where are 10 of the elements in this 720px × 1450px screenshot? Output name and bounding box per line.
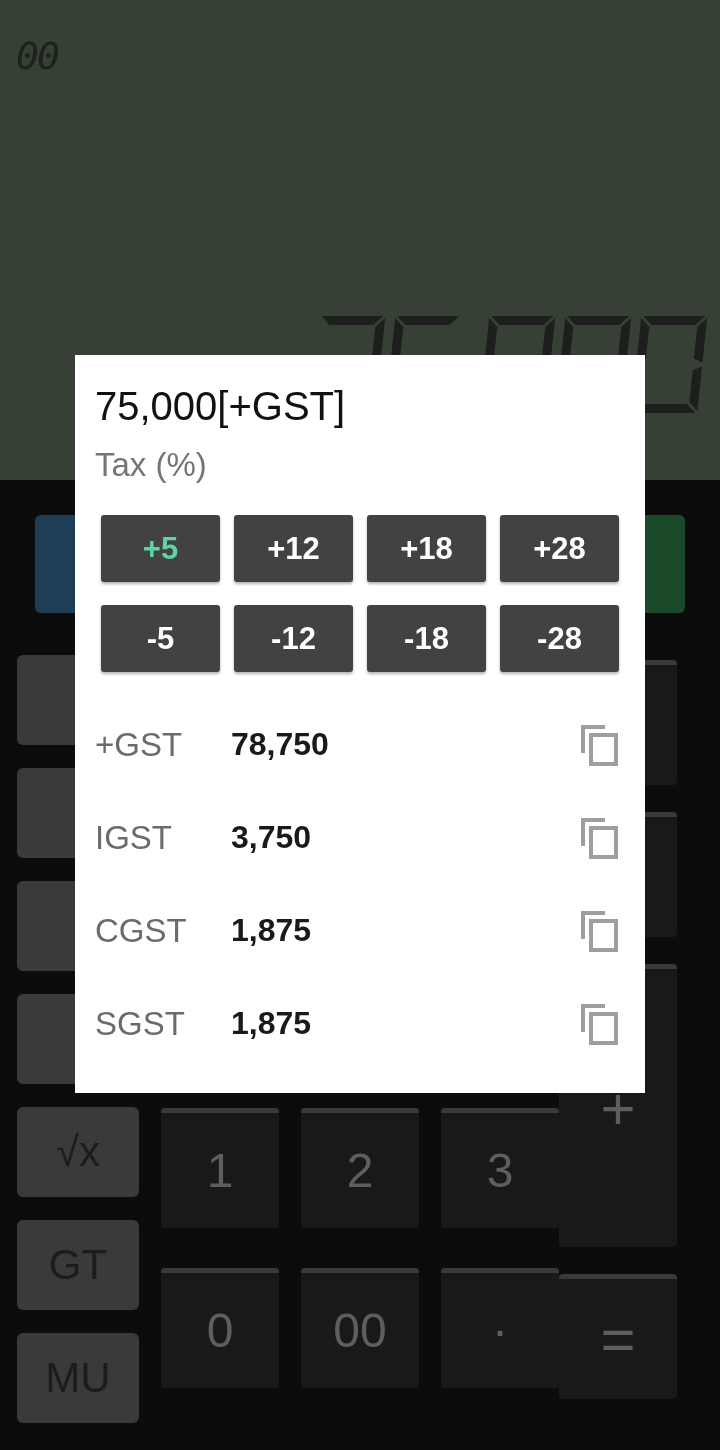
result-value: 78,750 bbox=[231, 726, 329, 763]
result-value: 1,875 bbox=[231, 1005, 312, 1042]
result-label: IGST bbox=[95, 818, 173, 857]
result-value: 1,875 bbox=[231, 912, 312, 949]
result-label: SGST bbox=[95, 1004, 186, 1043]
tax-label: Tax (%) bbox=[95, 445, 207, 485]
dialog-title: 75,000[+GST] bbox=[95, 383, 346, 430]
result-label: CGST bbox=[95, 911, 188, 950]
result-value: 3,750 bbox=[231, 819, 312, 856]
result-label: +GST bbox=[95, 725, 184, 764]
